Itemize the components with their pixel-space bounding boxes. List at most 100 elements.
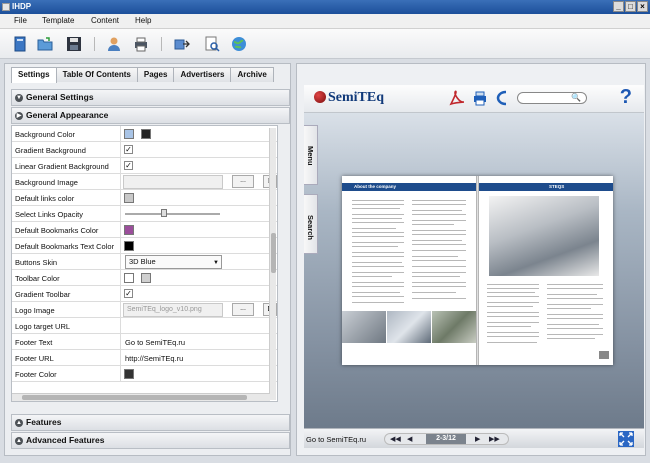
collapse-icon: ▼: [15, 94, 23, 102]
section-general-settings[interactable]: ▼ General Settings: [11, 89, 290, 106]
browse-button[interactable]: ...: [232, 175, 254, 188]
linear-gradient-checkbox[interactable]: ✓: [124, 161, 133, 170]
section-features[interactable]: ▲ Features: [11, 414, 290, 431]
color-swatch[interactable]: [124, 225, 134, 235]
back-icon[interactable]: [495, 90, 511, 106]
menu-file[interactable]: File: [14, 16, 27, 25]
property-label: Default Bookmarks Text Color: [15, 242, 115, 251]
tab-settings[interactable]: Settings: [11, 67, 57, 83]
web-icon[interactable]: [231, 36, 247, 52]
color-swatch[interactable]: [124, 369, 134, 379]
preview-icon[interactable]: [204, 36, 220, 52]
scroll-thumb[interactable]: [22, 395, 247, 400]
app-icon: [2, 3, 10, 11]
property-row: Default links color: [12, 190, 277, 206]
background-image-field[interactable]: [123, 175, 223, 189]
browse-button[interactable]: ...: [232, 303, 254, 316]
property-grid: Background Color Gradient Background ✓ L…: [11, 125, 278, 402]
viewer-header: SemiTEq 🔍 ?: [304, 85, 644, 113]
color-swatch[interactable]: [124, 129, 134, 139]
property-label: Footer URL: [15, 354, 54, 363]
close-button[interactable]: ×: [637, 1, 648, 12]
tab-table-of-contents[interactable]: Table Of Contents: [55, 67, 138, 82]
property-label: Toolbar Color: [15, 274, 60, 283]
expand-icon: ▲: [15, 419, 23, 427]
property-row: Gradient Background ✓: [12, 142, 277, 158]
viewer-footer: Go to SemiTEq.ru ◀◀ ◀ 2-3/12 ▶ ▶▶: [304, 428, 644, 448]
print-icon[interactable]: [472, 90, 488, 106]
tab-pages[interactable]: Pages: [136, 67, 175, 82]
new-icon[interactable]: [12, 36, 28, 52]
book-spread[interactable]: About the company STEQS: [342, 176, 613, 365]
save-icon[interactable]: [66, 36, 82, 52]
section-label: Features: [26, 417, 62, 427]
section-general-appearance[interactable]: ▶ General Appearance: [11, 107, 290, 124]
search-icon: 🔍: [571, 93, 581, 102]
property-label: Footer Color: [15, 370, 57, 379]
chevron-down-icon: ▼: [213, 260, 219, 266]
scroll-thumb[interactable]: [271, 233, 276, 273]
right-page: STEQS: [479, 176, 613, 365]
buttons-skin-select[interactable]: 3D Blue ▼: [125, 255, 222, 269]
opacity-slider-thumb[interactable]: [161, 209, 167, 217]
export-icon[interactable]: [174, 36, 190, 52]
last-page-icon[interactable]: ▶▶: [489, 435, 500, 443]
fullscreen-icon[interactable]: [618, 431, 634, 447]
menu-template[interactable]: Template: [42, 16, 74, 25]
page-photo: [432, 311, 476, 343]
user-icon[interactable]: [106, 36, 122, 52]
maximize-button[interactable]: □: [625, 1, 636, 12]
tab-bar: Settings Table Of Contents Pages Adverti…: [11, 67, 274, 83]
help-icon[interactable]: ?: [620, 86, 632, 109]
print-icon[interactable]: [133, 36, 149, 52]
color-swatch[interactable]: [141, 129, 151, 139]
footer-url-value[interactable]: http://SemiTEq.ru: [125, 354, 183, 363]
logo-image-field[interactable]: SemiTEq_logo_v10.png: [123, 303, 223, 317]
opacity-slider-track[interactable]: [125, 213, 220, 215]
right-page-header: STEQS: [549, 184, 565, 189]
title-bar: IHDP _ □ ×: [0, 0, 650, 14]
property-row: Logo Image SemiTEq_logo_v10.png ... D: [12, 302, 277, 318]
page-photo: [387, 311, 431, 343]
gradient-toolbar-checkbox[interactable]: ✓: [124, 289, 133, 298]
color-swatch[interactable]: [124, 241, 134, 251]
footer-text-value[interactable]: Go to SemiTEq.ru: [125, 338, 185, 347]
menu-content[interactable]: Content: [91, 16, 119, 25]
viewer-search-input[interactable]: 🔍: [517, 92, 587, 104]
pdf-icon[interactable]: [448, 90, 464, 106]
previous-page-icon[interactable]: ◀: [407, 435, 412, 443]
section-label: Advanced Features: [26, 435, 105, 445]
tab-advertisers[interactable]: Advertisers: [173, 67, 232, 82]
color-swatch[interactable]: [124, 273, 134, 283]
property-label: Default links color: [15, 194, 75, 203]
property-label: Logo target URL: [15, 322, 71, 331]
property-label: Background Image: [15, 178, 78, 187]
open-icon[interactable]: [37, 36, 53, 52]
settings-panel: Settings Table Of Contents Pages Adverti…: [4, 63, 291, 456]
property-row: Background Image ... D: [12, 174, 277, 190]
color-swatch[interactable]: [124, 193, 134, 203]
property-row: Default Bookmarks Color: [12, 222, 277, 238]
section-label: General Appearance: [26, 110, 109, 120]
gradient-background-checkbox[interactable]: ✓: [124, 145, 133, 154]
menu-bar: File Template Content Help: [0, 14, 650, 29]
property-row: Footer Color: [12, 366, 277, 382]
footer-link[interactable]: Go to SemiTEq.ru: [306, 435, 366, 444]
first-page-icon[interactable]: ◀◀: [390, 435, 401, 443]
vertical-scrollbar[interactable]: [269, 128, 276, 400]
side-tab-menu[interactable]: Menu: [304, 125, 318, 185]
next-page-icon[interactable]: ▶: [475, 435, 480, 443]
side-tab-search[interactable]: Search: [304, 194, 318, 254]
menu-help[interactable]: Help: [135, 16, 151, 25]
color-swatch[interactable]: [141, 273, 151, 283]
expand-icon: ▶: [15, 112, 23, 120]
property-label: Gradient Background: [15, 146, 86, 155]
tab-archive[interactable]: Archive: [230, 67, 274, 82]
property-label: Buttons Skin: [15, 258, 58, 267]
left-page: About the company: [342, 176, 476, 365]
section-advanced-features[interactable]: ▲ Advanced Features: [11, 432, 290, 449]
minimize-button[interactable]: _: [613, 1, 624, 12]
horizontal-scrollbar[interactable]: [12, 393, 270, 401]
toolbar-separator: [161, 37, 162, 51]
page-corner-icon[interactable]: [599, 351, 609, 359]
